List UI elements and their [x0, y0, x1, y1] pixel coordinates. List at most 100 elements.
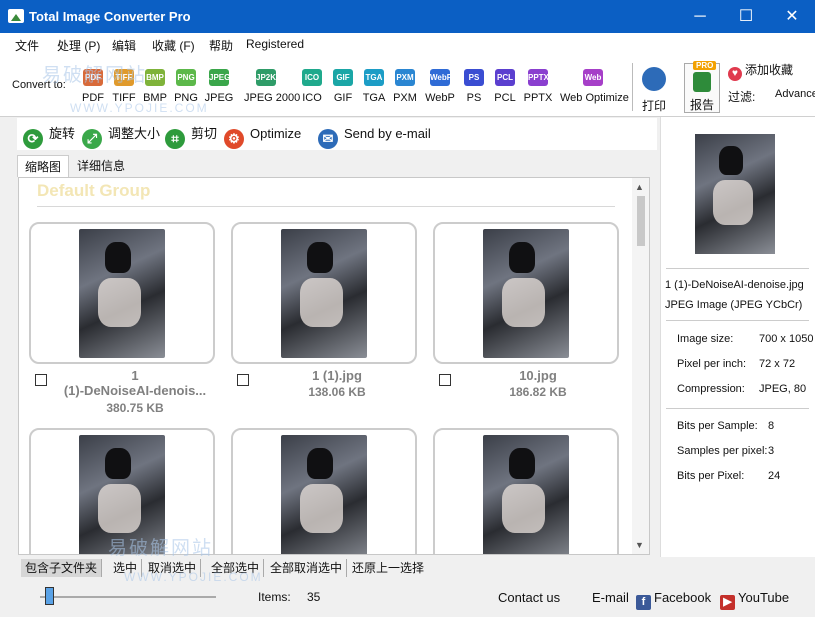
thumbnail-card[interactable]	[231, 428, 417, 554]
zoom-slider-track[interactable]	[40, 596, 216, 598]
thumbnail-filesize: 186.82 KB	[509, 385, 567, 399]
thumbnail-image	[281, 435, 367, 554]
thumbnail-caption: 10.jpg	[519, 368, 557, 383]
menu-registered: Registered	[246, 37, 305, 51]
info-label: Pixel per inch:	[677, 358, 747, 370]
pcl-icon: PCL	[495, 69, 515, 86]
facebook-link[interactable]: f Facebook	[636, 590, 711, 610]
email-icon: ✉	[318, 129, 338, 149]
add-favorite-button[interactable]: ♥ 添加收藏	[728, 61, 793, 81]
check-all-button[interactable]: 全部选中	[207, 559, 265, 577]
thumbnail-caption-line2: (1)-DeNoiseAI-denois...	[63, 383, 207, 398]
info-divider	[666, 268, 809, 269]
chevron-down-icon[interactable]: ▼	[635, 540, 644, 550]
thumbnail-card[interactable]	[231, 222, 417, 364]
format-jpeg2000-button[interactable]: JP2K JPEG 2000	[244, 69, 300, 104]
tga-icon: TGA	[364, 69, 384, 86]
group-title: Default Group	[37, 181, 151, 200]
optimize-gear-icon: ⚙	[224, 129, 244, 149]
resize-button[interactable]: ⤢ 调整大小	[82, 123, 160, 149]
rotate-button[interactable]: ⟳ 旋转	[23, 123, 75, 149]
report-icon	[693, 72, 711, 92]
printer-icon	[642, 67, 666, 91]
info-label: Bits per Pixel:	[677, 470, 745, 482]
contact-us-link[interactable]: Contact us	[498, 590, 560, 605]
tab-details[interactable]: 详细信息	[70, 155, 132, 177]
action-bar: ⟳ 旋转 ⤢ 调整大小 ⌗ 剪切 ⚙ Optimize ✉ Send by e-mail	[17, 118, 657, 150]
preview-image	[695, 134, 775, 254]
thumbnail-filesize: 138.06 KB	[308, 385, 366, 399]
menu-process[interactable]: 处理 (P)	[57, 37, 100, 54]
heart-icon: ♥	[728, 67, 742, 81]
info-value: 700 x 1050	[759, 333, 814, 345]
tab-thumbnails[interactable]: 缩略图	[17, 155, 70, 177]
filter-label: 过滤:	[728, 90, 756, 104]
menu-help[interactable]: 帮助	[209, 37, 233, 54]
app-icon	[8, 9, 24, 23]
thumbnail-card[interactable]	[433, 222, 619, 364]
info-label: Bits per Sample:	[677, 420, 758, 432]
restore-selection-button[interactable]: 还原上一选择	[348, 559, 428, 577]
menu-edit[interactable]: 编辑	[112, 37, 136, 54]
thumbnail-card[interactable]	[433, 428, 619, 554]
info-label: Image size:	[677, 333, 734, 345]
thumbnail-image	[79, 435, 165, 554]
menu-file[interactable]: 文件	[15, 37, 39, 54]
info-filetype: JPEG Image (JPEG YCbCr)	[665, 299, 803, 311]
send-email-button[interactable]: ✉ Send by e-mail	[318, 123, 431, 149]
thumbnail-caption: 1 (1).jpg	[312, 368, 362, 383]
gif-icon: GIF	[333, 69, 353, 86]
window-title: Total Image Converter Pro	[29, 9, 191, 24]
crop-icon: ⌗	[165, 129, 185, 149]
gallery-scrollbar[interactable]: ▲ ▼	[632, 178, 649, 554]
items-label: Items:	[258, 590, 291, 604]
title-bar: Total Image Converter Pro ─ ☐ ✕	[0, 0, 815, 33]
crop-button[interactable]: ⌗ 剪切	[165, 123, 217, 149]
info-divider	[666, 408, 809, 409]
web-icon: Web	[583, 69, 603, 86]
maximize-button[interactable]: ☐	[723, 0, 769, 33]
uncheck-button[interactable]: 取消选中	[144, 559, 202, 577]
pptx-icon: PPTX	[528, 69, 549, 86]
info-value: JPEG, 80	[759, 383, 807, 395]
zoom-slider-thumb[interactable]	[45, 587, 54, 605]
scrollbar-thumb[interactable]	[637, 196, 645, 246]
thumbnail-checkbox[interactable]	[237, 374, 249, 386]
info-label: Samples per pixel:	[677, 445, 768, 457]
print-button[interactable]: 打印	[638, 67, 670, 114]
check-button[interactable]: 选中	[109, 559, 143, 577]
thumbnail-gallery: Default Group 1 (1)-DeNoiseAI-denois... …	[18, 177, 650, 555]
minimize-button[interactable]: ─	[677, 0, 723, 33]
info-value: 8	[768, 420, 775, 432]
items-count: 35	[307, 590, 321, 604]
email-link[interactable]: E-mail	[592, 590, 629, 605]
menu-bar: 文件 处理 (P) 编辑 收藏 (F) 帮助 Registered	[0, 33, 815, 55]
include-subfolders-button[interactable]: 包含子文件夹	[21, 559, 103, 577]
thumbnail-card[interactable]	[29, 222, 215, 364]
format-pptx-button[interactable]: PPTX PPTX	[516, 69, 560, 104]
png-icon: PNG	[176, 69, 196, 86]
resize-icon: ⤢	[82, 129, 102, 149]
youtube-link[interactable]: ▶ YouTube	[720, 590, 789, 610]
info-filename: 1 (1)-DeNoiseAI-denoise.jpg	[665, 279, 804, 291]
thumbnail-caption: 1	[131, 368, 139, 383]
filter-dropdown[interactable]: Advanced	[775, 88, 815, 100]
convert-to-label: Convert to:	[12, 79, 66, 91]
menu-favorites[interactable]: 收藏 (F)	[152, 37, 195, 54]
report-button[interactable]: PRO 报告	[684, 61, 720, 113]
format-web-optimize-button[interactable]: Web Web Optimize	[560, 69, 629, 104]
jpeg-icon: JPEG	[209, 69, 230, 86]
thumbnail-image	[281, 229, 367, 358]
format-jpeg-button[interactable]: JPEG JPEG	[197, 69, 241, 104]
format-toolbar: Convert to: PDF PDF TIFF TIFF BMP BMP PNG PN…	[0, 55, 815, 117]
chevron-up-icon[interactable]: ▲	[635, 182, 644, 192]
thumbnail-checkbox[interactable]	[439, 374, 451, 386]
thumbnail-image	[483, 435, 569, 554]
thumbnail-checkbox[interactable]	[35, 374, 47, 386]
uncheck-all-button[interactable]: 全部取消选中	[266, 559, 348, 577]
info-panel: 1 (1)-DeNoiseAI-denoise.jpg JPEG Image (…	[660, 117, 815, 557]
optimize-button[interactable]: ⚙ Optimize	[224, 123, 301, 149]
close-button[interactable]: ✕	[769, 0, 815, 33]
thumbnail-image	[79, 229, 165, 358]
thumbnail-card[interactable]	[29, 428, 215, 554]
